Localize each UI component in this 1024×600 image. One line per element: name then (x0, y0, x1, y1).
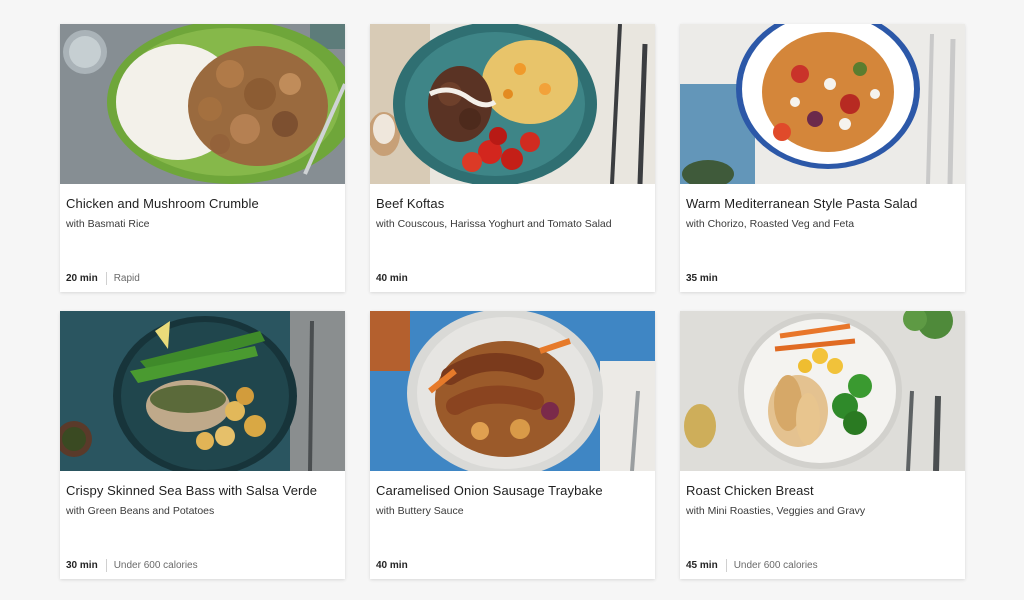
recipe-card-beef-koftas[interactable]: Beef Koftas with Couscous, Harissa Yoghu… (370, 24, 655, 292)
recipe-time: 35 min (686, 272, 718, 284)
recipe-title[interactable]: Roast Chicken Breast (686, 483, 814, 498)
recipe-tag: Rapid (113, 272, 140, 284)
recipe-time: 30 min (66, 559, 98, 571)
beef-kofta-plate-image[interactable] (370, 24, 655, 184)
recipe-card-sea-bass-salsa-verde[interactable]: Crispy Skinned Sea Bass with Salsa Verde… (60, 311, 345, 579)
recipe-subtitle: with Couscous, Harissa Yoghurt and Tomat… (376, 218, 612, 230)
recipe-tag: Under 600 calories (113, 559, 198, 571)
recipe-meta: 20 min Rapid (66, 271, 140, 285)
recipe-subtitle: with Green Beans and Potatoes (66, 505, 215, 517)
recipe-meta: 40 min (376, 271, 408, 285)
recipe-meta: 40 min (376, 558, 408, 572)
recipe-meta: 45 min Under 600 calories (686, 558, 818, 572)
recipe-title[interactable]: Caramelised Onion Sausage Traybake (376, 483, 603, 498)
recipe-tag: Under 600 calories (733, 559, 818, 571)
sea-bass-plate-image[interactable] (60, 311, 345, 471)
recipe-time: 40 min (376, 559, 408, 571)
recipe-subtitle: with Chorizo, Roasted Veg and Feta (686, 218, 855, 230)
recipe-time: 20 min (66, 272, 98, 284)
recipe-time: 45 min (686, 559, 718, 571)
roast-chicken-plate-image[interactable] (680, 311, 965, 471)
pasta-salad-plate-image[interactable] (680, 24, 965, 184)
recipe-title[interactable]: Warm Mediterranean Style Pasta Salad (686, 196, 917, 211)
recipe-meta: 35 min (686, 271, 718, 285)
recipe-title[interactable]: Chicken and Mushroom Crumble (66, 196, 259, 211)
recipe-title[interactable]: Beef Koftas (376, 196, 444, 211)
recipe-card-onion-sausage-traybake[interactable]: Caramelised Onion Sausage Traybake with … (370, 311, 655, 579)
recipe-subtitle: with Mini Roasties, Veggies and Gravy (686, 505, 866, 517)
recipe-subtitle: with Basmati Rice (66, 218, 150, 230)
meta-divider (725, 558, 727, 572)
chicken-rice-plate-image[interactable] (60, 24, 345, 184)
meta-divider (105, 271, 107, 285)
recipe-card-mediterranean-pasta-salad[interactable]: Warm Mediterranean Style Pasta Salad wit… (680, 24, 965, 292)
recipe-time: 40 min (376, 272, 408, 284)
recipe-subtitle: with Buttery Sauce (376, 505, 464, 517)
meta-divider (105, 558, 107, 572)
recipe-meta: 30 min Under 600 calories (66, 558, 198, 572)
recipe-title[interactable]: Crispy Skinned Sea Bass with Salsa Verde (66, 483, 317, 498)
recipe-card-chicken-mushroom-crumble[interactable]: Chicken and Mushroom Crumble with Basmat… (60, 24, 345, 292)
recipe-grid: Chicken and Mushroom Crumble with Basmat… (60, 24, 965, 579)
recipe-card-roast-chicken-breast[interactable]: Roast Chicken Breast with Mini Roasties,… (680, 311, 965, 579)
sausage-traybake-plate-image[interactable] (370, 311, 655, 471)
